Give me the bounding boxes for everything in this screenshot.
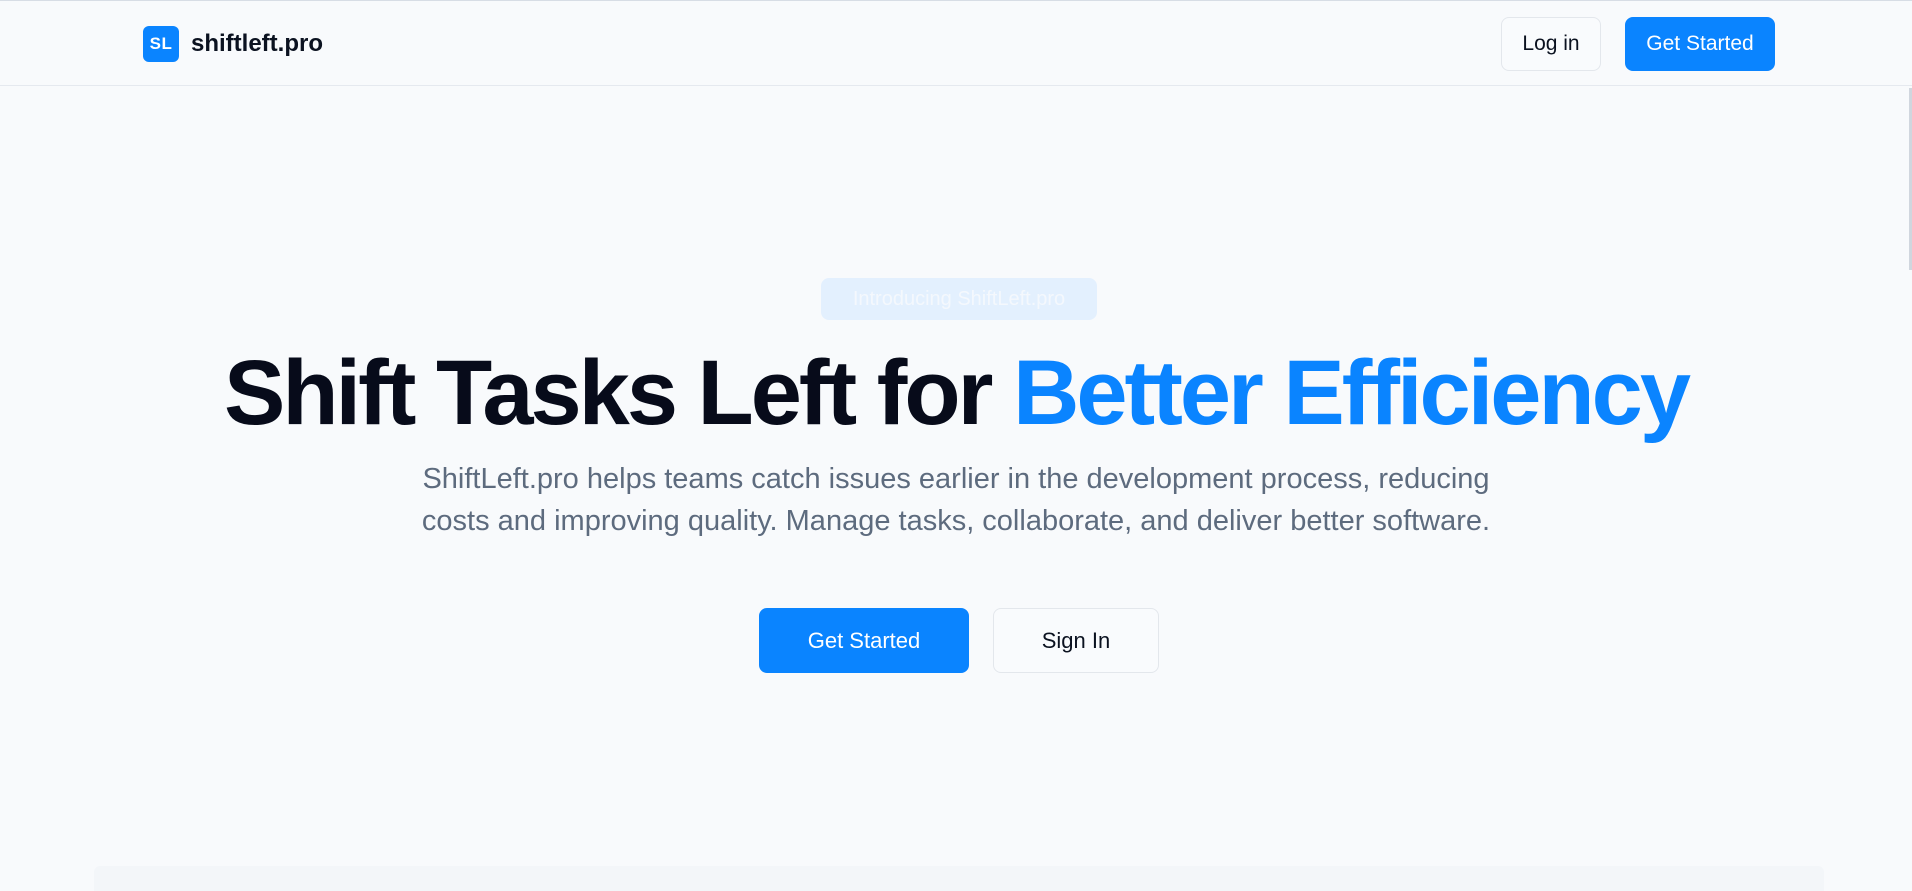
brand-link[interactable]: SL shiftleft.pro (143, 26, 323, 62)
hero-description: ShiftLeft.pro helps teams catch issues e… (421, 463, 1491, 537)
top-navbar: SL shiftleft.pro Log in Get Started (0, 1, 1912, 86)
nav-get-started-button[interactable]: Get Started (1625, 17, 1775, 71)
hero-get-started-button[interactable]: Get Started (759, 608, 969, 673)
intro-badge: Introducing ShiftLeft.pro (821, 278, 1097, 320)
hero-sign-in-button[interactable]: Sign In (993, 608, 1159, 673)
hero-title-main: Shift Tasks Left for (224, 342, 1013, 444)
hero-title-accent: Better Efficiency (1012, 342, 1691, 444)
login-button[interactable]: Log in (1501, 17, 1601, 71)
brand-name: shiftleft.pro (191, 30, 323, 57)
hero-title: Shift Tasks Left for Better Efficiency (0, 338, 1912, 448)
product-preview-panel (94, 866, 1824, 891)
brand-logo: SL (143, 26, 179, 62)
